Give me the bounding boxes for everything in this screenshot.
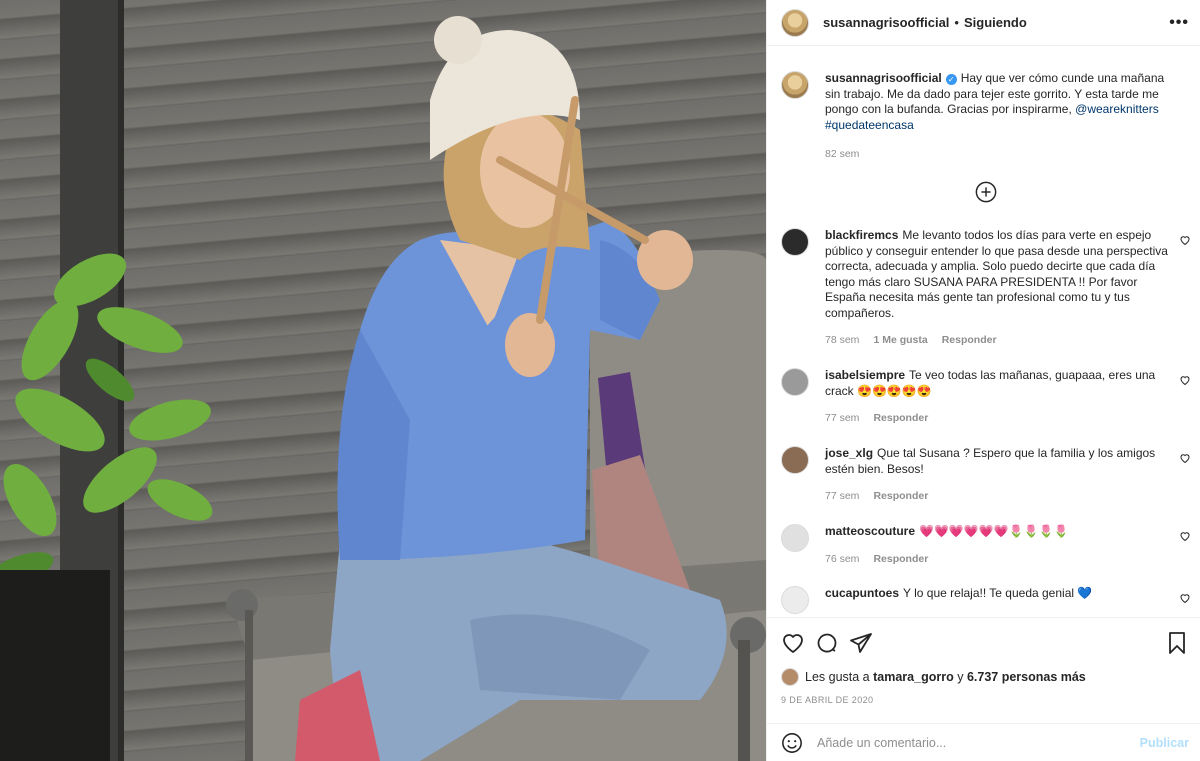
comment-meta: 77 sem Responder [825,411,1180,427]
comment-username[interactable]: cucapuntoes [825,586,899,600]
comment-time[interactable]: 77 sem [825,489,859,505]
comment-body: jose_xlg Que tal Susana ? Espero que la f… [825,446,1180,505]
liker-avatar[interactable] [781,668,799,686]
reply-button[interactable]: Responder [873,411,928,427]
more-horizontal-icon[interactable]: ••• [1169,14,1189,32]
caption-username[interactable]: susannagrisoofficial [825,71,942,85]
header-separator: • [954,15,959,30]
post-header: susannagrisoofficial • Siguiendo ••• [767,0,1200,46]
comment-username[interactable]: isabelsiempre [825,368,905,382]
comment-meta: 76 sem Responder [825,552,1180,568]
comment-avatar[interactable] [781,524,809,552]
verified-badge-icon: ✓ [945,74,957,85]
comment-time[interactable]: 78 sem [825,333,859,349]
post-photo[interactable] [0,0,766,761]
publish-button[interactable]: Publicar [1140,736,1189,750]
comments-section[interactable]: susannagrisoofficial ✓ Hay que ver cómo cu… [767,47,1200,617]
comment-text: Y lo que relaja!! Te queda genial 💙 [903,586,1093,600]
comment-username[interactable]: matteoscouture [825,524,915,538]
liker-username[interactable]: tamara_gorro [873,670,954,684]
comment-item: isabelsiempre Te veo todas las mañanas, g… [781,368,1191,427]
add-circle-icon[interactable] [975,181,997,203]
caption-meta: 82 sem [825,147,1180,163]
reply-button[interactable]: Responder [873,489,928,505]
likes-summary[interactable]: Les gusta a tamara_gorro y 6.737 persona… [781,668,1086,686]
author-avatar[interactable] [781,8,809,37]
post-side-panel: susannagrisoofficial • Siguiendo ••• sus… [766,0,1200,761]
reply-button[interactable]: Responder [873,552,928,568]
likes-connector: y [957,670,964,684]
comment-username[interactable]: jose_xlg [825,446,873,460]
comment-avatar[interactable] [781,368,809,396]
like-comment-heart-icon[interactable] [1179,592,1191,604]
comment-item: matteoscouture 💗💗💗💗💗💗🌷🌷🌷🌷 76 sem Responde… [781,524,1191,567]
comment-item: blackfiremcs Me levanto todos los días pa… [781,228,1191,349]
like-comment-heart-icon[interactable] [1179,530,1191,542]
reply-button[interactable]: Responder [942,333,997,349]
heart-icon[interactable] [781,631,805,655]
caption-time[interactable]: 82 sem [825,147,859,163]
comment-icon[interactable] [815,631,839,655]
comment-avatar[interactable] [781,446,809,474]
share-icon[interactable] [849,631,873,655]
comment-likes[interactable]: 1 Me gusta [873,333,927,349]
author-username[interactable]: susannagrisoofficial [823,15,949,30]
comment-meta: 78 sem 1 Me gusta Responder [825,333,1180,349]
comment-body: cucapuntoes Y lo que relaja!! Te queda ge… [825,586,1180,614]
comment-time[interactable]: 77 sem [825,411,859,427]
like-comment-heart-icon[interactable] [1179,234,1191,246]
add-comment-bar: Publicar [767,723,1200,761]
post-date[interactable]: 9 DE ABRIL DE 2020 [781,695,873,705]
like-comment-heart-icon[interactable] [1179,374,1191,386]
caption-mention[interactable]: @weareknitters [1075,102,1159,116]
comment-item: jose_xlg Que tal Susana ? Espero que la f… [781,446,1191,505]
comment-body: blackfiremcs Me levanto todos los días pa… [825,228,1180,349]
comment-body: matteoscouture 💗💗💗💗💗💗🌷🌷🌷🌷 76 sem Responde… [825,524,1180,567]
comment-body: isabelsiempre Te veo todas las mañanas, g… [825,368,1180,427]
caption-avatar[interactable] [781,71,809,99]
likes-count[interactable]: 6.737 personas más [967,670,1086,684]
comment-avatar[interactable] [781,228,809,256]
following-button[interactable]: Siguiendo [964,15,1027,30]
comment-input[interactable] [817,736,1117,750]
comment-username[interactable]: blackfiremcs [825,228,898,242]
comment-avatar[interactable] [781,586,809,614]
comment-text: 💗💗💗💗💗💗🌷🌷🌷🌷 [919,524,1069,538]
photo-illustration [0,0,766,761]
comment-text: Que tal Susana ? Espero que la familia y… [825,446,1156,476]
emoji-icon[interactable] [781,732,803,754]
bookmark-icon[interactable] [1165,631,1189,655]
comment-item: cucapuntoes Y lo que relaja!! Te queda ge… [781,586,1191,614]
comment-meta: 77 sem Responder [825,489,1180,505]
post-actions: Les gusta a tamara_gorro y 6.737 persona… [767,617,1200,761]
like-comment-heart-icon[interactable] [1179,452,1191,464]
comment-time[interactable]: 76 sem [825,552,859,568]
caption-body: susannagrisoofficial ✓ Hay que ver cómo cu… [825,71,1180,163]
likes-prefix: Les gusta a [805,670,870,684]
caption-hashtag[interactable]: #quedateencasa [825,118,914,132]
caption: susannagrisoofficial ✓ Hay que ver cómo cu… [781,71,1191,163]
